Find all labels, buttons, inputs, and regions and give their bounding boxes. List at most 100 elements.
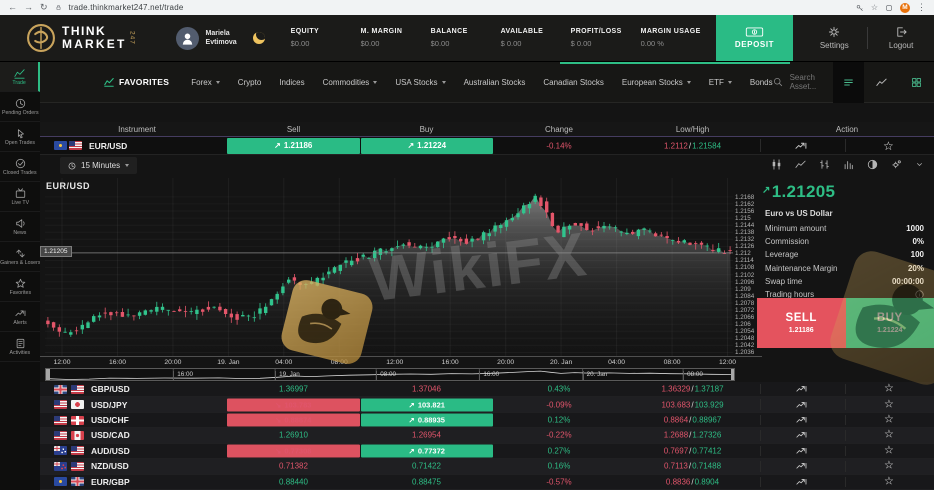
- col-header-change[interactable]: Change: [493, 125, 625, 134]
- buy-price[interactable]: 0.88475: [360, 477, 493, 486]
- sell-price[interactable]: 0.71382: [227, 462, 360, 471]
- buy-button[interactable]: ↗1.21224: [361, 138, 494, 154]
- watchlist-row-usdjpy[interactable]: USD/JPY↘103.783↗103.821-0.09%103.683/103…: [40, 397, 934, 412]
- theme-contrast-icon[interactable]: [867, 159, 878, 170]
- deposit-button[interactable]: DEPOSIT: [716, 15, 794, 61]
- tab-australian-stocks[interactable]: Australian Stocks: [464, 78, 526, 87]
- buy-price[interactable]: 1.26954: [360, 431, 493, 440]
- watchlist-row-eurgbp[interactable]: EUR/GBP0.884400.88475-0.57%0.8836/0.8904…: [40, 475, 934, 490]
- tab-european-stocks[interactable]: European Stocks: [622, 78, 691, 87]
- sidebar-item-gainers-losers[interactable]: Gainers & Losers: [0, 242, 40, 272]
- tab-favorites[interactable]: FAVORITES: [104, 77, 169, 87]
- open-chart-icon[interactable]: [796, 445, 807, 456]
- logout-button[interactable]: Logout: [868, 26, 934, 50]
- tab-crypto[interactable]: Crypto: [238, 78, 262, 87]
- candle-chart-icon[interactable]: [771, 159, 782, 170]
- favorite-star-icon[interactable]: ☆: [884, 445, 894, 456]
- sell-button[interactable]: ↘0.88874: [227, 414, 360, 427]
- favorite-star-icon[interactable]: ☆: [884, 461, 894, 472]
- sidebar-item-closed-trades[interactable]: Closed Trades: [0, 152, 40, 182]
- indicator-settings-icon[interactable]: [891, 159, 902, 170]
- price-chart[interactable]: EUR/USD 1.21205 1.21681.21621.21561.2151…: [40, 178, 762, 356]
- buy-price[interactable]: 0.71422: [360, 462, 493, 471]
- favorite-star-icon[interactable]: ☆: [884, 476, 894, 487]
- search-icon[interactable]: [773, 77, 783, 87]
- url-text[interactable]: trade.thinkmarket247.net/trade: [69, 3, 184, 12]
- browser-profile-avatar[interactable]: M: [900, 3, 910, 13]
- quote-row-eurusd[interactable]: EUR/USD ↗1.21186 ↗1.21224 -0.14% 1.2112/…: [40, 137, 934, 155]
- open-chart-icon[interactable]: [796, 461, 807, 472]
- sidebar-item-trade[interactable]: Trade: [0, 62, 40, 92]
- buy-button[interactable]: ↗103.821: [361, 398, 494, 411]
- sell-price[interactable]: 1.26910: [227, 431, 360, 440]
- sell-button[interactable]: ↗1.21186: [227, 138, 360, 154]
- browser-menu-icon[interactable]: ⋮: [917, 3, 926, 12]
- sell-price[interactable]: 0.88440: [227, 477, 360, 486]
- navigator-handle-right[interactable]: [731, 369, 735, 380]
- browser-refresh-icon[interactable]: ↻: [40, 3, 48, 12]
- browser-forward-icon[interactable]: →: [24, 3, 33, 12]
- panel-sell-button[interactable]: SELL1.21186: [757, 298, 846, 348]
- tab-forex[interactable]: Forex: [191, 78, 219, 87]
- sidebar-item-open-trades[interactable]: Open Trades: [0, 122, 40, 152]
- watchlist-row-usdchf[interactable]: USD/CHF↘0.88874↗0.889350.12%0.8864/0.889…: [40, 413, 934, 428]
- open-chart-icon[interactable]: [796, 399, 807, 410]
- open-chart-icon[interactable]: [796, 476, 807, 487]
- favorite-star-icon[interactable]: ☆: [884, 399, 894, 410]
- buy-button[interactable]: ↗0.77372: [361, 444, 494, 457]
- bookmark-star-icon[interactable]: ☆: [871, 3, 878, 12]
- open-chart-icon[interactable]: [796, 430, 807, 441]
- ohlc-bars-icon[interactable]: [819, 159, 830, 170]
- browser-back-icon[interactable]: ←: [8, 3, 17, 12]
- sidebar-item-pending-orders[interactable]: Pending Orders: [0, 92, 40, 122]
- tab-indices[interactable]: Indices: [279, 78, 304, 87]
- chevron-down-icon[interactable]: [915, 160, 924, 169]
- sidebar-item-news[interactable]: News: [0, 212, 40, 242]
- key-icon[interactable]: [856, 4, 864, 12]
- brand-logo[interactable]: THINK MARKET 247: [26, 23, 136, 53]
- favorite-star-icon[interactable]: ☆: [884, 384, 894, 395]
- col-header-buy[interactable]: Buy: [360, 125, 493, 134]
- sidebar-item-favorites[interactable]: Favorites: [0, 272, 40, 302]
- tab-etf[interactable]: ETF: [709, 78, 732, 87]
- watchlist-row-gbpusd[interactable]: GBP/USD1.369971.370460.43%1.36329/1.3718…: [40, 382, 934, 397]
- favorite-star-icon[interactable]: ☆: [883, 140, 894, 152]
- view-chart-button[interactable]: [876, 77, 887, 88]
- view-list-button[interactable]: [833, 62, 864, 103]
- watchlist-row-audusd[interactable]: AUD/USD↘0.77308↗0.773720.27%0.7697/0.774…: [40, 444, 934, 459]
- sidebar-item-alerts[interactable]: Alerts: [0, 302, 40, 332]
- user-block[interactable]: Mariela Evtimova: [176, 27, 237, 50]
- favorite-star-icon[interactable]: ☆: [884, 415, 894, 426]
- col-header-sell[interactable]: Sell: [227, 125, 360, 134]
- dark-mode-moon-icon[interactable]: [253, 32, 265, 44]
- sell-price[interactable]: 1.36997: [227, 385, 360, 394]
- buy-price[interactable]: 1.37046: [360, 385, 493, 394]
- navigator-handle-left[interactable]: [46, 369, 50, 380]
- panel-buy-button[interactable]: BUY1.21224: [846, 298, 934, 348]
- line-chart-icon[interactable]: [795, 159, 806, 170]
- open-chart-icon[interactable]: [796, 384, 807, 395]
- sell-button[interactable]: ↘0.77308: [227, 444, 360, 457]
- tab-usa-stocks[interactable]: USA Stocks: [395, 78, 445, 87]
- sidebar-item-live-tv[interactable]: Live TV: [0, 182, 40, 212]
- watchlist-row-usdcad[interactable]: USD/CAD1.269101.26954-0.22%1.2688/1.2732…: [40, 428, 934, 443]
- settings-button[interactable]: Settings: [801, 26, 867, 50]
- watchlist-row-nzdusd[interactable]: NZD/USD0.713820.714220.16%0.7113/0.71488…: [40, 459, 934, 474]
- view-grid-button[interactable]: [911, 77, 922, 88]
- chart-navigator[interactable]: 16:0019. Jan08:0016:0020. Jan08:00: [45, 368, 735, 381]
- volume-icon[interactable]: [843, 159, 854, 170]
- search-input[interactable]: Search Asset...: [790, 73, 834, 91]
- timeframe-dropdown[interactable]: 15 Minutes: [60, 157, 137, 174]
- buy-button[interactable]: ↗0.88935: [361, 414, 494, 427]
- sell-button[interactable]: ↘103.783: [227, 398, 360, 411]
- col-header-lowhigh[interactable]: Low/High: [625, 125, 760, 134]
- tab-bonds[interactable]: Bonds: [750, 78, 773, 87]
- favorite-star-icon[interactable]: ☆: [884, 430, 894, 441]
- navigator-tick: 16:00: [173, 371, 193, 380]
- tab-canadian-stocks[interactable]: Canadian Stocks: [543, 78, 603, 87]
- open-chart-icon[interactable]: [796, 415, 807, 426]
- sidebar-item-activities[interactable]: Activities: [0, 332, 40, 362]
- extension-puzzle-icon[interactable]: [885, 4, 893, 12]
- open-chart-icon[interactable]: [795, 140, 807, 152]
- tab-commodities[interactable]: Commodities: [323, 78, 378, 87]
